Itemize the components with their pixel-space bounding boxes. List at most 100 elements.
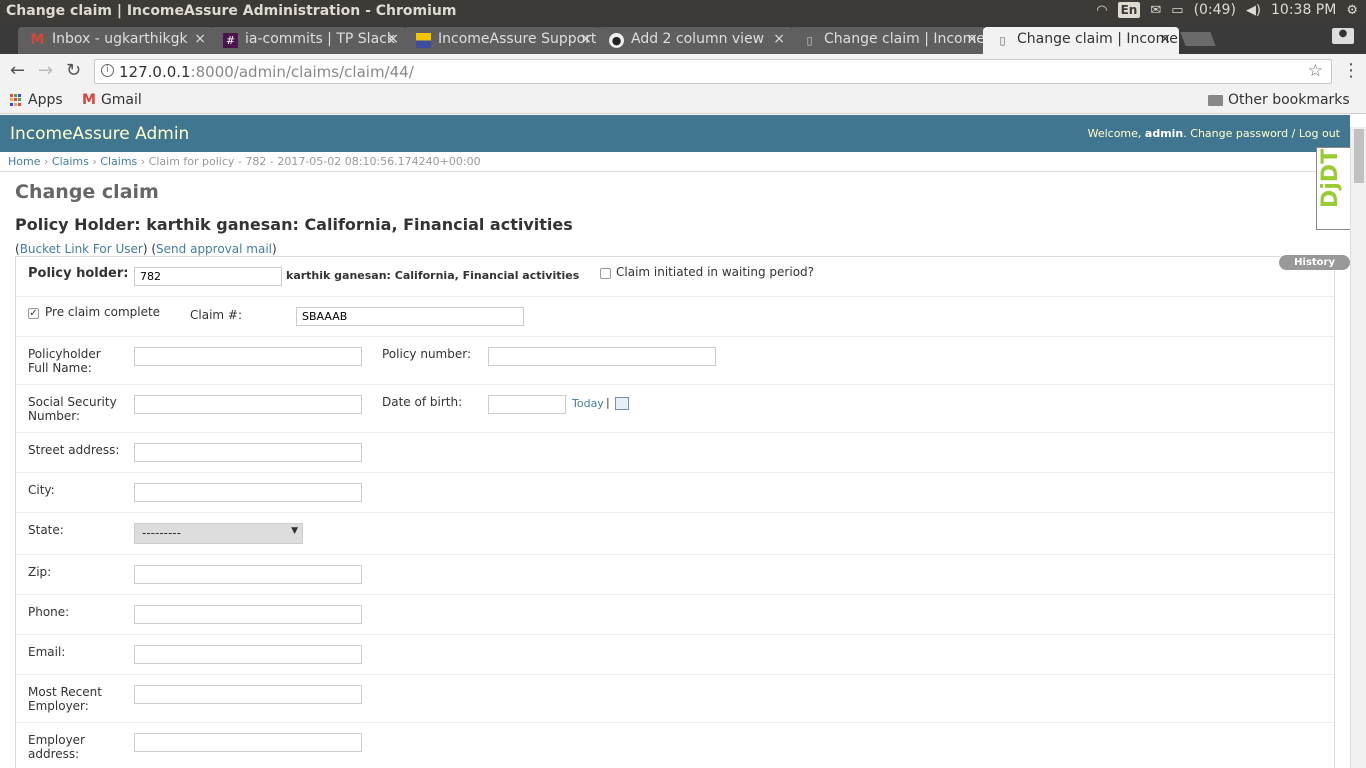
tab-inbox[interactable]: M Inbox - ugkarthikgk × <box>18 27 214 54</box>
close-icon[interactable]: × <box>387 31 399 47</box>
gmail-icon: M <box>82 92 96 108</box>
bookmark-star-icon[interactable]: ☆ <box>1308 61 1323 81</box>
bookmark-gmail[interactable]: M Gmail <box>82 92 142 108</box>
reload-icon[interactable]: ↻ <box>66 60 81 81</box>
ssn-input[interactable] <box>134 395 362 414</box>
battery-time: (0:49) <box>1193 2 1236 18</box>
phone-label: Phone: <box>28 605 70 619</box>
row-pre-claim: ✓ Pre claim complete Claim #: <box>16 297 1334 337</box>
scrollbar-thumb[interactable] <box>1354 129 1364 183</box>
send-approval-link[interactable]: Send approval mail <box>156 242 272 256</box>
page-scrollbar[interactable] <box>1350 127 1366 768</box>
mail-icon[interactable]: ✉ <box>1150 3 1161 18</box>
tab-label: Change claim | Income <box>1017 31 1178 47</box>
browser-toolbar: ← → ↻ i 127.0.0.1:8000/admin/claims/clai… <box>0 54 1366 88</box>
menu-dots-icon[interactable]: ⋮ <box>1342 60 1360 81</box>
dob-input[interactable] <box>488 395 566 414</box>
state-label: State: <box>28 523 64 537</box>
breadcrumb: Home › Claims › Claims › Claim for polic… <box>0 152 1350 172</box>
bucket-link[interactable]: Bucket Link For User <box>20 242 143 256</box>
tab-change-claim-1[interactable]: ▯ Change claim | Income × <box>790 27 986 54</box>
close-icon[interactable]: × <box>1159 31 1171 47</box>
system-tray: ◠ En ✉ ▭ (0:49) ◀) 10:38 PM ⚙ <box>1096 2 1358 18</box>
admin-header: IncomeAssure Admin Welcome, admin. Chang… <box>0 115 1350 152</box>
tab-label: ia-commits | TP Slack <box>245 31 395 47</box>
row-ssn: Social Security Number: Date of birth: To… <box>16 385 1334 433</box>
employer-label: Most Recent Employer: <box>28 685 102 713</box>
phone-input[interactable] <box>134 605 362 624</box>
breadcrumb-claims-app[interactable]: Claims <box>52 155 89 168</box>
policy-number-input[interactable] <box>488 347 716 366</box>
wifi-icon[interactable]: ◠ <box>1096 3 1107 18</box>
flag-icon <box>416 33 431 48</box>
folder-icon <box>1208 94 1223 106</box>
state-select[interactable]: --------- ▼ <box>134 523 303 544</box>
close-icon[interactable]: × <box>773 31 785 47</box>
breadcrumb-home[interactable]: Home <box>8 155 40 168</box>
page-icon: ▯ <box>999 34 1006 47</box>
forward-arrow-icon[interactable]: → <box>38 60 53 81</box>
close-icon[interactable]: × <box>966 31 978 47</box>
close-icon[interactable]: × <box>194 31 206 47</box>
policy-holder-input[interactable] <box>134 267 282 286</box>
tab-slack[interactable]: # ia-commits | TP Slack × <box>211 27 407 54</box>
tab-change-claim-active[interactable]: ▯ Change claim | Income × <box>983 27 1179 54</box>
zip-input[interactable] <box>134 565 362 584</box>
url-path: :8000/admin/claims/claim/44/ <box>190 63 414 81</box>
claim-form: Policy holder: karthik ganesan: Californ… <box>15 256 1335 768</box>
keyboard-layout-indicator[interactable]: En <box>1117 2 1141 18</box>
row-state: State: --------- ▼ <box>16 513 1334 555</box>
pre-claim-label: Pre claim complete <box>45 305 161 319</box>
back-arrow-icon[interactable]: ← <box>10 60 25 81</box>
bookmark-other[interactable]: Other bookmarks <box>1208 92 1350 108</box>
page-icon: ▯ <box>806 34 813 47</box>
today-link[interactable]: Today <box>572 397 604 410</box>
breadcrumb-claims-model[interactable]: Claims <box>100 155 137 168</box>
new-tab-button[interactable] <box>1180 32 1216 46</box>
content: Change claim Policy Holder: karthik gane… <box>0 181 1350 768</box>
django-debug-toolbar-handle[interactable]: DjDT <box>1316 147 1350 230</box>
employer-input[interactable] <box>134 685 362 704</box>
action-links: (Bucket Link For User) (Send approval ma… <box>15 242 277 256</box>
zip-label: Zip: <box>28 565 52 579</box>
bookmark-label: Apps <box>28 92 63 108</box>
waiting-period-label: Claim initiated in waiting period? <box>616 265 815 279</box>
close-icon[interactable]: × <box>580 31 592 47</box>
tab-support[interactable]: IncomeAssure Support × <box>404 27 600 54</box>
logout-link[interactable]: Log out <box>1299 127 1340 140</box>
apps-grid-icon <box>10 93 23 107</box>
page-title: Change claim <box>15 181 159 203</box>
row-employer: Most Recent Employer: <box>16 675 1334 723</box>
address-bar[interactable]: i 127.0.0.1:8000/admin/claims/claim/44/ … <box>94 59 1332 84</box>
change-password-link[interactable]: Change password <box>1190 127 1288 140</box>
waiting-period-checkbox[interactable] <box>600 268 611 279</box>
page-viewport: IncomeAssure Admin Welcome, admin. Chang… <box>0 115 1366 768</box>
email-input[interactable] <box>134 645 362 664</box>
city-label: City: <box>28 483 55 497</box>
os-top-bar: Change claim | IncomeAssure Administrati… <box>0 0 1366 24</box>
url-host: 127.0.0.1 <box>119 63 191 81</box>
full-name-input[interactable] <box>134 347 362 366</box>
bookmark-label: Other bookmarks <box>1228 92 1350 108</box>
employer-address-input[interactable] <box>134 733 362 752</box>
city-input[interactable] <box>134 483 362 502</box>
settings-gear-icon[interactable]: ⚙ <box>1346 3 1358 18</box>
profile-icon[interactable]: ● <box>1332 28 1354 44</box>
info-icon[interactable]: i <box>101 64 114 77</box>
bookmarks-bar: Apps M Gmail Other bookmarks <box>0 88 1366 114</box>
street-input[interactable] <box>134 443 362 462</box>
chevron-down-icon: ▼ <box>291 526 298 536</box>
bookmark-apps[interactable]: Apps <box>10 92 63 108</box>
claim-number-input[interactable] <box>296 307 524 326</box>
policy-holder-description: karthik ganesan: California, Financial a… <box>286 269 580 282</box>
admin-brand[interactable]: IncomeAssure Admin <box>10 124 189 144</box>
battery-icon[interactable]: ▭ <box>1171 3 1183 18</box>
calendar-icon[interactable] <box>615 397 629 410</box>
volume-icon[interactable]: ◀) <box>1246 3 1261 18</box>
clock[interactable]: 10:38 PM <box>1271 2 1336 18</box>
tab-github[interactable]: ● Add 2 column view × <box>597 27 793 54</box>
row-employer-address: Employer address: <box>16 723 1334 768</box>
tab-label: Change claim | Income <box>824 31 985 47</box>
pre-claim-checkbox[interactable]: ✓ <box>28 308 39 319</box>
gmail-icon: M <box>30 32 45 48</box>
